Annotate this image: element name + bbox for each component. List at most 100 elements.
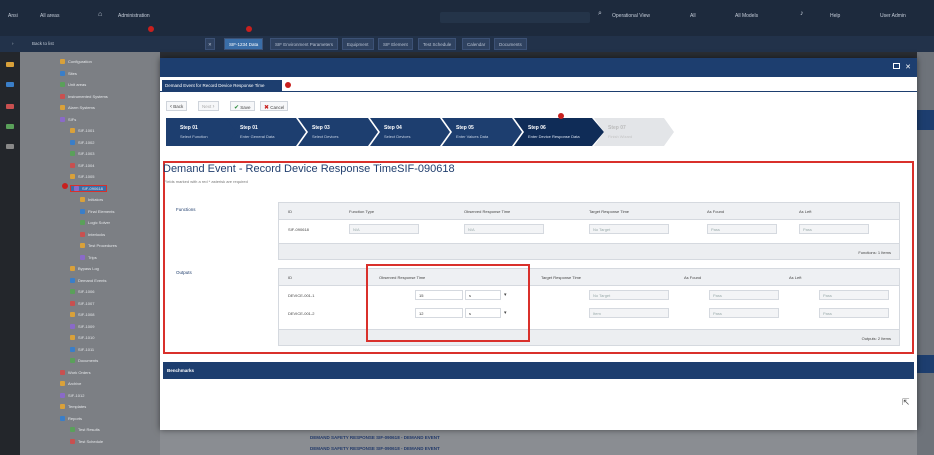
tree-item[interactable]: Initiators: [80, 196, 103, 203]
tree-item-label: SIF-090618: [82, 185, 103, 191]
alert-icon[interactable]: [6, 104, 14, 109]
tree-item[interactable]: Interlocks: [80, 231, 105, 238]
maximize-icon[interactable]: [893, 63, 900, 69]
folder-icon: [70, 358, 75, 363]
model-selector[interactable]: All Models: [735, 13, 758, 19]
tree-item[interactable]: Alarm Systems: [60, 104, 95, 111]
wizard-step-2[interactable]: Step 01 Enter General Data: [226, 118, 306, 146]
wizard-step-4[interactable]: Step 04 Select Devices: [370, 118, 450, 146]
tree-item[interactable]: Archive: [60, 380, 81, 387]
tree-item[interactable]: Reports: [60, 415, 82, 422]
tree-item[interactable]: Final Elements: [80, 208, 114, 215]
folder-icon[interactable]: [6, 62, 14, 67]
wizard-step-3[interactable]: Step 03 Select Devices: [298, 118, 378, 146]
back-to-list-link[interactable]: Back to list: [32, 41, 54, 46]
tree-item[interactable]: SIF-1005: [70, 173, 94, 180]
folder-icon: [60, 415, 65, 421]
background-link[interactable]: DEMAND SAFETY RESPONSE SIF-090618 - DEMA…: [310, 435, 440, 440]
tree-item[interactable]: SIF-1010: [70, 334, 94, 341]
settings-icon[interactable]: [6, 144, 14, 149]
save-button[interactable]: ✔ Save: [230, 101, 255, 111]
tree-item[interactable]: SIF-1008: [70, 311, 94, 318]
tree-item[interactable]: Templates: [60, 403, 86, 410]
tree-item[interactable]: SIF-1007: [70, 300, 94, 307]
background-link[interactable]: DEMAND SAFETY RESPONSE SIF-090618 - DEMA…: [310, 446, 440, 451]
search-input[interactable]: [440, 12, 590, 23]
tree-item-label: Alarm Systems: [68, 105, 95, 110]
folder-icon: [70, 300, 75, 306]
grid-footer: Functions: 1 Items: [279, 243, 899, 259]
wizard-step-5[interactable]: Step 05 Enter Values Data: [442, 118, 522, 146]
tree-item[interactable]: Sites: [60, 70, 77, 77]
tree-item[interactable]: Bypass Log: [70, 265, 99, 272]
as-left-field[interactable]: Pass: [819, 290, 889, 300]
arrow-left-icon: ‹: [170, 104, 172, 110]
check-icon: ✔: [234, 105, 240, 111]
app-menu[interactable]: Ansi: [8, 13, 18, 19]
tree-item-label: Test Schedule: [78, 438, 104, 444]
wizard-modal: ✕ Demand Event for Record Device Respons…: [160, 58, 917, 430]
tree-item[interactable]: Test Schedule: [70, 438, 103, 445]
view-selector[interactable]: Operational View: [612, 13, 650, 19]
grid-icon[interactable]: [6, 82, 14, 87]
back-button[interactable]: ‹ Back: [166, 101, 188, 111]
tree-item[interactable]: Demand Events: [70, 277, 106, 284]
tree-item[interactable]: SIF-1004: [70, 162, 94, 169]
tree-item[interactable]: SIF-1011: [70, 346, 94, 353]
wizard-step-6-active[interactable]: Step 06 Enter Device Response Data: [514, 118, 604, 146]
tree-item[interactable]: SIF-1009: [70, 323, 94, 330]
folder-icon: [74, 185, 79, 191]
tree-item[interactable]: Instrumented Systems: [60, 93, 108, 100]
help-menu[interactable]: Help: [830, 13, 840, 19]
tab-test-schedule[interactable]: Test Schedule: [418, 38, 457, 50]
chart-icon[interactable]: [6, 124, 14, 129]
close-icon[interactable]: ✕: [905, 63, 911, 71]
tree-item[interactable]: SIF-1001: [70, 127, 94, 134]
tree-item[interactable]: SIF-1012: [60, 392, 84, 399]
folder-icon: [60, 59, 65, 64]
tab-pin-icon[interactable]: ✕: [205, 38, 215, 50]
as-found-field[interactable]: Pass: [707, 224, 777, 234]
wizard-step-7[interactable]: Step 07 Finish Wizard: [594, 118, 674, 146]
tree-item[interactable]: Configuration: [60, 58, 92, 65]
tree-item[interactable]: Test Results: [70, 426, 100, 433]
tree-item[interactable]: Test Procedures: [80, 242, 117, 249]
bell-icon[interactable]: ♪: [800, 10, 804, 17]
tree-item[interactable]: SIF-090618: [70, 184, 107, 192]
close-icon: ✖: [264, 105, 270, 111]
tree-item[interactable]: Trips: [80, 254, 97, 261]
as-left-field[interactable]: Pass: [799, 224, 869, 234]
tree-item[interactable]: Work Orders: [60, 369, 91, 376]
home-icon[interactable]: ⌂: [98, 11, 102, 18]
tab-env-params[interactable]: SIF Environment Parameters: [270, 38, 339, 50]
callout-marker: [558, 113, 564, 119]
folder-icon: [70, 151, 75, 156]
tab-calendar[interactable]: Calendar: [462, 38, 491, 50]
as-found-field[interactable]: Pass: [709, 308, 779, 318]
cancel-button[interactable]: ✖ Cancel: [260, 101, 289, 111]
as-found-field[interactable]: Pass: [709, 290, 779, 300]
admin-menu[interactable]: Administration: [118, 13, 150, 19]
tab-documents[interactable]: Documents: [494, 38, 527, 50]
tree-item[interactable]: SIF-1006: [70, 288, 94, 295]
tree-item[interactable]: Documents: [70, 357, 98, 364]
benchmarks-label: Benchmarks: [167, 368, 195, 373]
tree-item[interactable]: Logic Solver: [80, 219, 110, 226]
tab-equipment[interactable]: Equipment: [342, 38, 374, 50]
modal-tab[interactable]: Demand Event for Record Device Response …: [162, 80, 282, 91]
user-menu[interactable]: User Admin: [880, 13, 906, 19]
next-button[interactable]: Next ›: [198, 101, 219, 111]
search-icon[interactable]: ⌕: [598, 10, 602, 18]
tab-sif-element[interactable]: SIF Element: [378, 38, 413, 50]
benchmarks-section-header[interactable]: Benchmarks: [163, 362, 914, 379]
tree-item[interactable]: Unit areas: [60, 81, 86, 88]
tree-item[interactable]: SIFs: [60, 116, 76, 123]
as-left-field[interactable]: Pass: [819, 308, 889, 318]
folder-icon: [60, 392, 65, 398]
filter-selector[interactable]: All: [690, 13, 696, 19]
tree-item[interactable]: SIF-1003: [70, 150, 94, 157]
tree-item[interactable]: SIF-1002: [70, 139, 94, 146]
area-selector[interactable]: All areas: [40, 13, 59, 19]
chevron-left-icon[interactable]: ›: [12, 41, 14, 46]
tab-sif-data[interactable]: SIF-1234 Data: [224, 38, 264, 50]
